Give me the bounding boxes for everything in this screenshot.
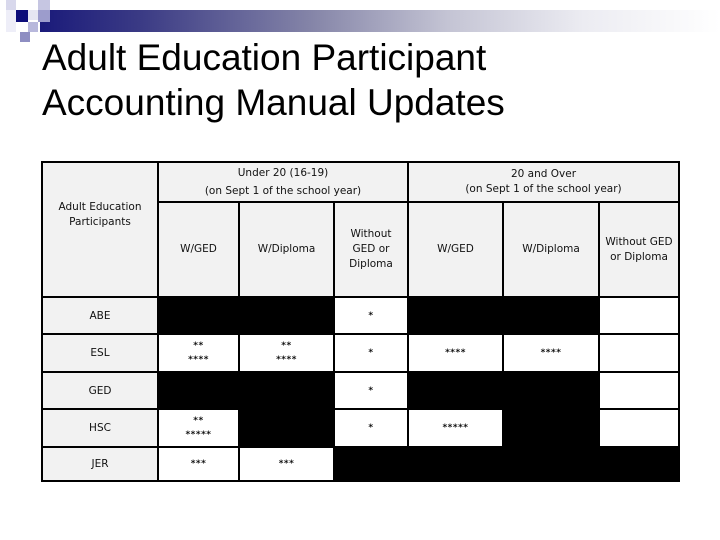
logo-square [28,10,38,20]
column-header-label: W/Diploma [257,243,316,255]
group-title: 20 and Over [510,168,577,180]
blocked-cell [502,371,600,410]
column-header-label: GED or [352,243,390,255]
footnote-marker: **** [188,355,209,365]
column-header-cell: W/GED [157,201,240,298]
eligible-cell: ***** [407,408,504,448]
eligible-cell: *** [157,446,240,482]
logo-square [38,10,50,22]
footnote-marker: **** [276,355,297,365]
row-header-label-cell: Adult Education Participants [41,161,159,298]
blocked-cell [157,371,240,410]
blocked-cell [333,446,409,482]
column-header-label: W/Diploma [522,243,580,255]
footnote-marker: **** [540,348,562,358]
blocked-cell [407,296,504,335]
column-header-label: or Diploma [610,250,668,263]
table-row: HSC ** ***** * ***** [41,408,680,448]
column-header-label: Without [350,228,392,240]
blocked-cell [502,296,600,335]
table-row: GED * [41,371,680,410]
footnote-marker: **** [445,348,466,358]
footnote-marker: * [368,385,374,396]
eligible-cell: * [333,371,409,410]
logo-square [6,0,16,10]
row-header-label: Adult Education Participants [58,200,142,228]
group-subtitle: (on Sept 1 of the school year) [465,183,622,195]
blocked-cell [502,408,600,448]
eligible-cell: *** [238,446,335,482]
logo-square [28,22,38,32]
slide-title: Adult Education Participant Accounting M… [42,35,682,125]
blocked-cell [157,296,240,335]
title-line: Accounting Manual Updates [42,82,505,123]
blocked-cell [238,408,335,448]
eligible-cell: * [333,296,409,335]
eligible-cell [598,296,680,335]
title-accent-bar [40,10,720,32]
group-subtitle: (on Sept 1 of the school year) [204,185,362,197]
eligible-cell: * [333,333,409,373]
logo-square [6,10,16,32]
eligible-cell [598,408,680,448]
blocked-cell [238,296,335,335]
blocked-cell [407,446,504,482]
footnote-marker: * [368,423,374,433]
column-header-label: W/GED [437,243,474,255]
table-row: ESL ** **** ** **** * **** **** [41,333,680,373]
column-header-cell: W/Diploma [502,201,600,298]
eligible-cell: ** **** [157,333,240,373]
blocked-cell [238,371,335,410]
blocked-cell [598,446,680,482]
eligible-cell: ** ***** [157,408,240,448]
group-header-under-20: Under 20 (16-19) (on Sept 1 of the schoo… [157,161,409,203]
column-header-label: Without GED [605,235,673,248]
eligible-cell: **** [407,333,504,373]
eligible-cell: * [333,408,409,448]
row-label: GED [41,371,159,410]
blocked-cell [502,446,600,482]
row-label: JER [41,446,159,482]
column-header-label: W/GED [180,243,217,255]
footnote-marker: ** [193,416,204,426]
eligible-cell: **** [502,333,600,373]
footnote-marker: ** [281,341,292,351]
group-header-20-and-over: 20 and Over (on Sept 1 of the school yea… [407,161,680,203]
footnote-marker: ** [193,341,204,351]
table-row: ABE * [41,296,680,335]
row-label: HSC [41,408,159,448]
column-header-cell: W/Diploma [238,201,335,298]
participant-eligibility-table: Adult Education Participants Under 20 (1… [41,161,680,482]
group-title: Under 20 (16-19) [237,167,329,179]
footnote-marker: ***** [442,423,469,433]
table-row: JER *** *** [41,446,680,482]
row-label: ABE [41,296,159,335]
blocked-cell [407,371,504,410]
eligible-cell [598,371,680,410]
column-header-label: Diploma [349,258,393,270]
column-header-cell: Without GED or Diploma [333,201,409,298]
group-header-row: Adult Education Participants Under 20 (1… [41,161,680,298]
footnote-marker: ***** [185,430,212,440]
row-label: ESL [41,333,159,373]
logo-square [20,32,30,42]
footnote-marker: *** [278,459,295,469]
footnote-marker: *** [190,459,207,469]
footnote-marker: * [368,310,374,321]
footnote-marker: * [368,348,374,358]
eligible-cell [598,333,680,373]
title-line: Adult Education Participant [42,37,487,78]
eligible-cell: ** **** [238,333,335,373]
column-header-cell: W/GED [407,201,504,298]
column-header-cell: Without GED or Diploma [598,201,680,298]
logo-square [16,10,28,22]
